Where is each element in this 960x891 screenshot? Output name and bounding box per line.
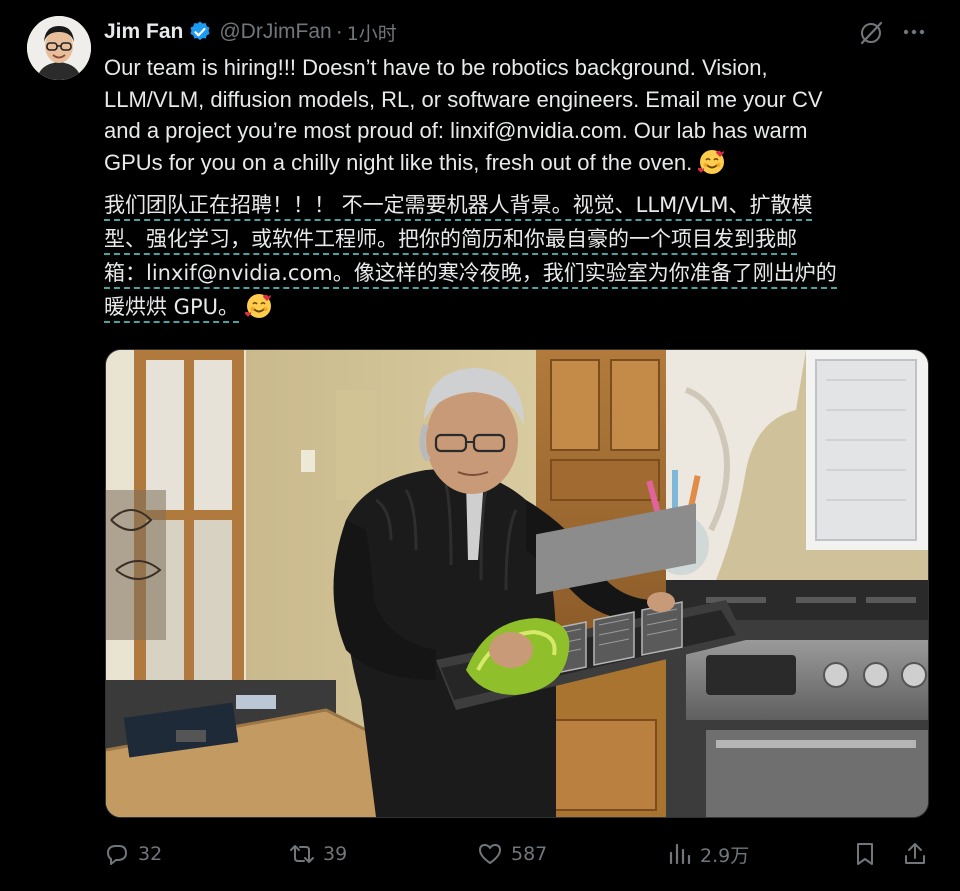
heart-icon: [479, 844, 501, 864]
translated-line: 型、强化学习，或软件工程师。把你的简历和你最自豪的一个项目发到我邮: [104, 222, 934, 256]
translated-line-text: 型、强化学习，或软件工程师。把你的简历和你最自豪的一个项目发到我邮: [104, 227, 797, 255]
avatar-image: [27, 16, 91, 80]
bookmark-icon: [857, 843, 873, 865]
translated-line-text: 我们团队正在招聘！！！ 不一定需要机器人背景。视觉、LLM/VLM、扩散模: [104, 193, 813, 221]
like-button[interactable]: 587: [477, 836, 547, 872]
author-name[interactable]: Jim Fan: [104, 20, 183, 44]
translated-line-text: 暖烘烘 GPU。: [104, 295, 239, 323]
share-button[interactable]: [902, 836, 936, 872]
like-count: 587: [511, 843, 548, 865]
tweet-text: Our team is hiring!!! Doesn’t have to be…: [104, 52, 924, 178]
retweet-icon: [290, 845, 314, 863]
kitchen-photo: [106, 350, 928, 817]
reply-button[interactable]: 32: [104, 836, 162, 872]
reply-icon: [107, 845, 127, 865]
translated-line: 我们团队正在招聘！！！ 不一定需要机器人背景。视觉、LLM/VLM、扩散模: [104, 188, 934, 222]
views-count: 2.9万: [700, 844, 750, 867]
views-button[interactable]: 2.9万: [666, 836, 749, 872]
translated-text: 我们团队正在招聘！！！ 不一定需要机器人背景。视觉、LLM/VLM、扩散模 型、…: [104, 188, 934, 324]
reply-count: 32: [138, 843, 163, 865]
views-icon: [669, 843, 691, 865]
share-icon: [905, 843, 925, 864]
bookmark-button[interactable]: [852, 836, 886, 872]
separator-dot: ·: [335, 20, 343, 43]
retweet-button[interactable]: 39: [289, 836, 347, 872]
grok-icon[interactable]: [858, 20, 884, 46]
retweet-count: 39: [323, 843, 348, 865]
avatar[interactable]: [27, 16, 91, 80]
tweet-media-image[interactable]: [105, 349, 929, 818]
smiling-face-with-hearts-icon: [698, 148, 726, 176]
translated-line: 箱：linxif@nvidia.com。像这样的寒冷夜晚，我们实验室为你准备了刚…: [104, 256, 934, 290]
smiling-face-with-hearts-icon: [244, 292, 273, 320]
translated-line: 暖烘烘 GPU。: [104, 290, 934, 324]
author-handle[interactable]: @DrJimFan: [219, 20, 331, 44]
translated-line-text: 箱：linxif@nvidia.com。像这样的寒冷夜晚，我们实验室为你准备了刚…: [104, 261, 837, 289]
action-bar: 32 39 587 2.9万: [104, 836, 928, 872]
verified-badge-icon: [188, 20, 212, 44]
more-options-icon[interactable]: [900, 18, 928, 46]
timestamp[interactable]: 1小时: [347, 19, 397, 46]
tweet-header: Jim Fan @DrJimFan · 1小时: [104, 14, 397, 50]
